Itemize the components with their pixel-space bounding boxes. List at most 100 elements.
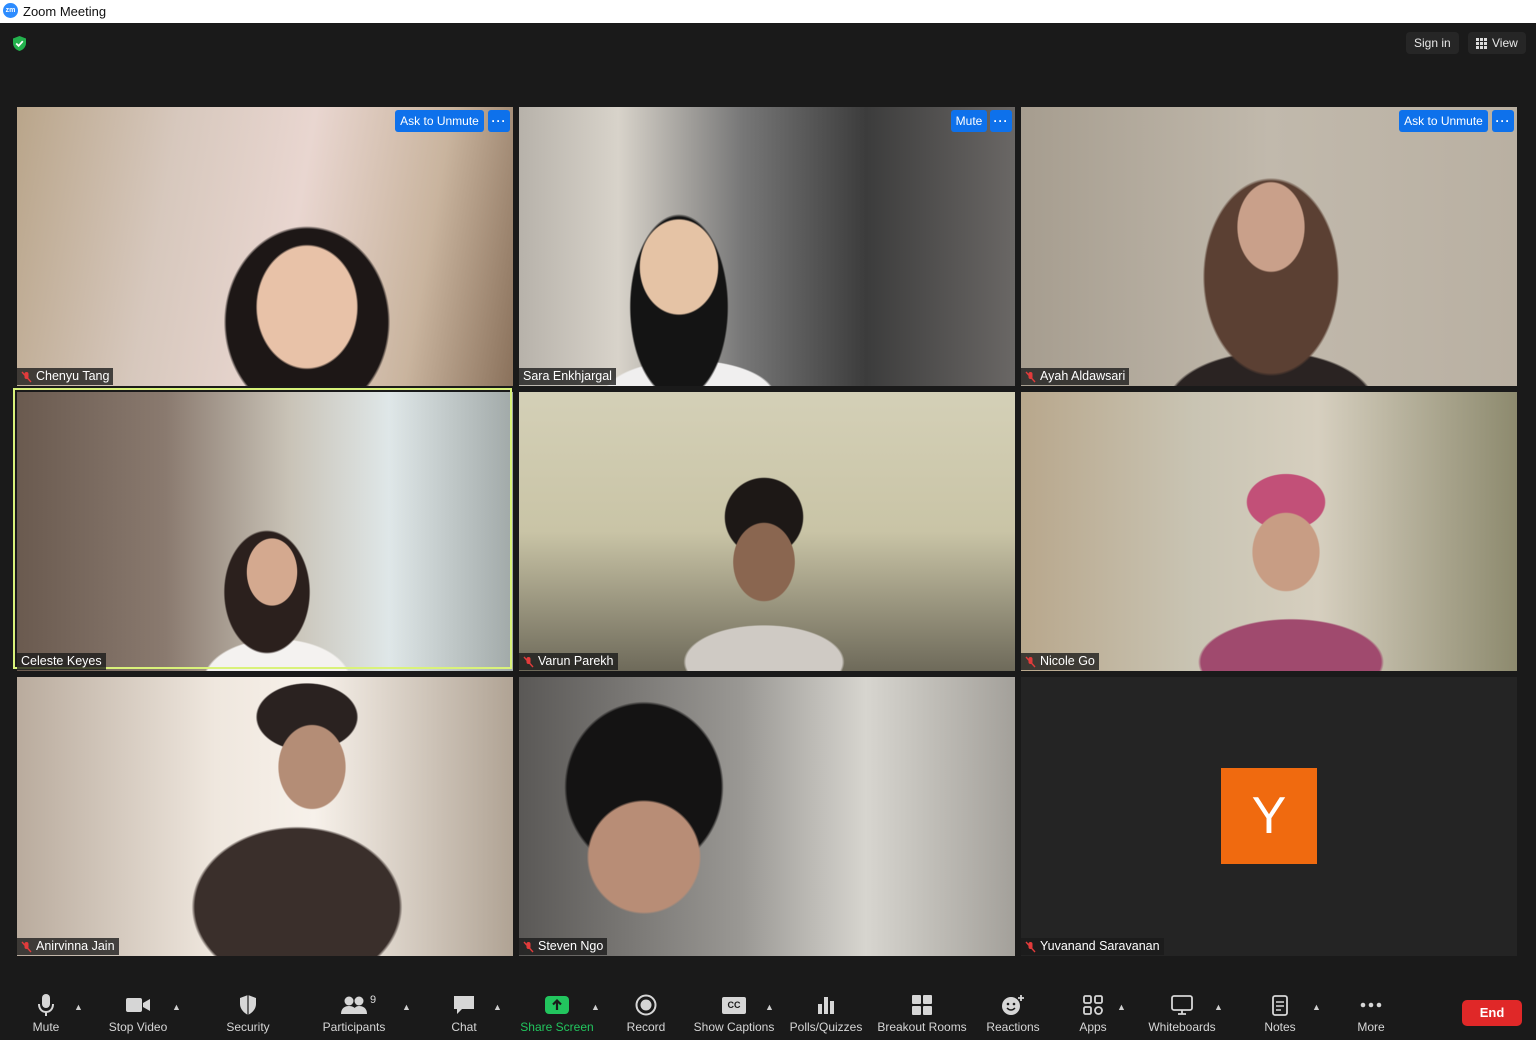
reactions-emoji-icon	[1002, 995, 1024, 1015]
participant-name-tag: Varun Parekh	[519, 653, 618, 670]
video-tile-sara[interactable]	[519, 107, 1015, 386]
video-tile-steven[interactable]	[519, 677, 1015, 956]
participant-name: Steven Ngo	[538, 939, 604, 953]
stop-video-button[interactable]: Stop Video	[103, 980, 173, 1040]
more-label: More	[1357, 1020, 1385, 1034]
share-screen-icon	[545, 996, 569, 1014]
video-tile-varun[interactable]	[519, 392, 1015, 671]
chevron-up-icon[interactable]: ▲	[493, 1002, 502, 1012]
participant-name-tag: Nicole Go	[1021, 653, 1099, 670]
more-dots-icon	[1360, 1002, 1382, 1008]
share-screen-label: Share Screen	[520, 1020, 594, 1034]
apps-button[interactable]: Apps	[1074, 980, 1112, 1040]
participant-name: Anirvinna Jain	[36, 939, 115, 953]
chevron-up-icon[interactable]: ▲	[1312, 1002, 1321, 1012]
breakout-rooms-button[interactable]: Breakout Rooms	[876, 980, 968, 1040]
chevron-up-icon[interactable]: ▲	[1214, 1002, 1223, 1012]
video-tile-celeste[interactable]	[17, 392, 513, 671]
mic-muted-icon	[523, 656, 534, 667]
participant-name-tag: Steven Ngo	[519, 938, 608, 955]
reactions-label: Reactions	[986, 1020, 1040, 1034]
polls-quizzes-label: Polls/Quizzes	[789, 1020, 863, 1034]
participant-name: Sara Enkhjargal	[523, 369, 612, 383]
chevron-up-icon[interactable]: ▲	[402, 1002, 411, 1012]
apps-icon	[1083, 995, 1103, 1015]
participants-button[interactable]: Participants	[319, 980, 389, 1040]
security-label: Security	[226, 1020, 270, 1034]
video-tile-nicole[interactable]	[1021, 392, 1517, 671]
chevron-up-icon[interactable]: ▲	[591, 1002, 600, 1012]
participant-name-tag: Chenyu Tang	[17, 368, 114, 385]
video-tile-ayah[interactable]	[1021, 107, 1517, 386]
notes-button[interactable]: Notes	[1260, 980, 1300, 1040]
mic-muted-icon	[1025, 941, 1036, 952]
chat-bubble-icon	[454, 996, 474, 1014]
window-titlebar: zm Zoom Meeting	[0, 0, 1536, 23]
chevron-up-icon[interactable]: ▲	[74, 1002, 83, 1012]
polls-chart-icon	[818, 997, 834, 1014]
mute-button[interactable]: Mute	[26, 980, 66, 1040]
more-button[interactable]: More	[1351, 980, 1391, 1040]
mic-muted-icon	[1025, 656, 1036, 667]
participant-name: Ayah Aldawsari	[1040, 369, 1126, 383]
whiteboards-button[interactable]: Whiteboards	[1146, 980, 1218, 1040]
share-screen-button[interactable]: Share Screen	[518, 980, 596, 1040]
mute-label: Mute	[32, 1020, 60, 1034]
chevron-up-icon[interactable]: ▲	[1117, 1002, 1126, 1012]
participants-icon	[341, 996, 367, 1014]
participant-name: Varun Parekh	[538, 654, 614, 668]
encryption-shield-icon[interactable]	[11, 35, 28, 52]
video-tile-anirvinna[interactable]	[17, 677, 513, 956]
record-icon	[635, 994, 657, 1016]
grid-view-icon	[1476, 37, 1487, 49]
participants-label: Participants	[322, 1020, 386, 1034]
polls-quizzes-button[interactable]: Polls/Quizzes	[787, 980, 865, 1040]
notes-icon	[1272, 995, 1288, 1016]
microphone-icon	[38, 994, 54, 1016]
chevron-up-icon[interactable]: ▲	[172, 1002, 181, 1012]
whiteboard-icon	[1171, 995, 1193, 1015]
reactions-button[interactable]: Reactions	[985, 980, 1041, 1040]
zoom-logo-icon: zm	[3, 3, 18, 18]
breakout-rooms-label: Breakout Rooms	[877, 1020, 967, 1034]
video-camera-icon	[126, 998, 150, 1012]
end-meeting-button[interactable]: End	[1462, 1000, 1522, 1026]
participant-name-tag: Celeste Keyes	[17, 653, 106, 670]
participant-name: Chenyu Tang	[36, 369, 110, 383]
security-button[interactable]: Security	[223, 980, 273, 1040]
more-options-icon[interactable]: ···	[1492, 110, 1514, 132]
sign-in-button[interactable]: Sign in	[1406, 32, 1459, 54]
breakout-rooms-icon	[912, 995, 932, 1015]
ask-to-unmute-button[interactable]: Ask to Unmute	[395, 110, 484, 132]
security-shield-icon	[240, 995, 256, 1015]
mute-participant-button[interactable]: Mute	[951, 110, 987, 132]
mic-muted-icon	[1025, 371, 1036, 382]
window-title: Zoom Meeting	[23, 4, 107, 19]
view-label: View	[1492, 36, 1518, 50]
participants-count-badge: 9	[370, 994, 377, 1006]
show-captions-label: Show Captions	[693, 1020, 775, 1034]
chat-label: Chat	[451, 1020, 477, 1034]
more-options-icon[interactable]: ···	[990, 110, 1012, 132]
mic-muted-icon	[21, 371, 32, 382]
ask-to-unmute-button[interactable]: Ask to Unmute	[1399, 110, 1488, 132]
more-options-icon[interactable]: ···	[488, 110, 510, 132]
participant-name: Celeste Keyes	[21, 654, 102, 668]
closed-captions-icon: CC	[722, 996, 746, 1014]
apps-label: Apps	[1079, 1020, 1107, 1034]
participant-name-tag: Ayah Aldawsari	[1021, 368, 1130, 385]
mic-muted-icon	[523, 941, 534, 952]
notes-label: Notes	[1264, 1020, 1296, 1034]
view-button[interactable]: View	[1468, 32, 1526, 54]
participant-name-tag: Yuvanand Saravanan	[1021, 938, 1164, 955]
whiteboards-label: Whiteboards	[1148, 1020, 1216, 1034]
stop-video-label: Stop Video	[108, 1020, 168, 1034]
chat-button[interactable]: Chat	[444, 980, 484, 1040]
mic-muted-icon	[21, 941, 32, 952]
participant-name-tag: Sara Enkhjargal	[519, 368, 616, 385]
record-button[interactable]: Record	[624, 980, 668, 1040]
video-tile-chenyu[interactable]	[17, 107, 513, 386]
show-captions-button[interactable]: CC Show Captions	[692, 980, 776, 1040]
record-label: Record	[626, 1020, 666, 1034]
chevron-up-icon[interactable]: ▲	[765, 1002, 774, 1012]
